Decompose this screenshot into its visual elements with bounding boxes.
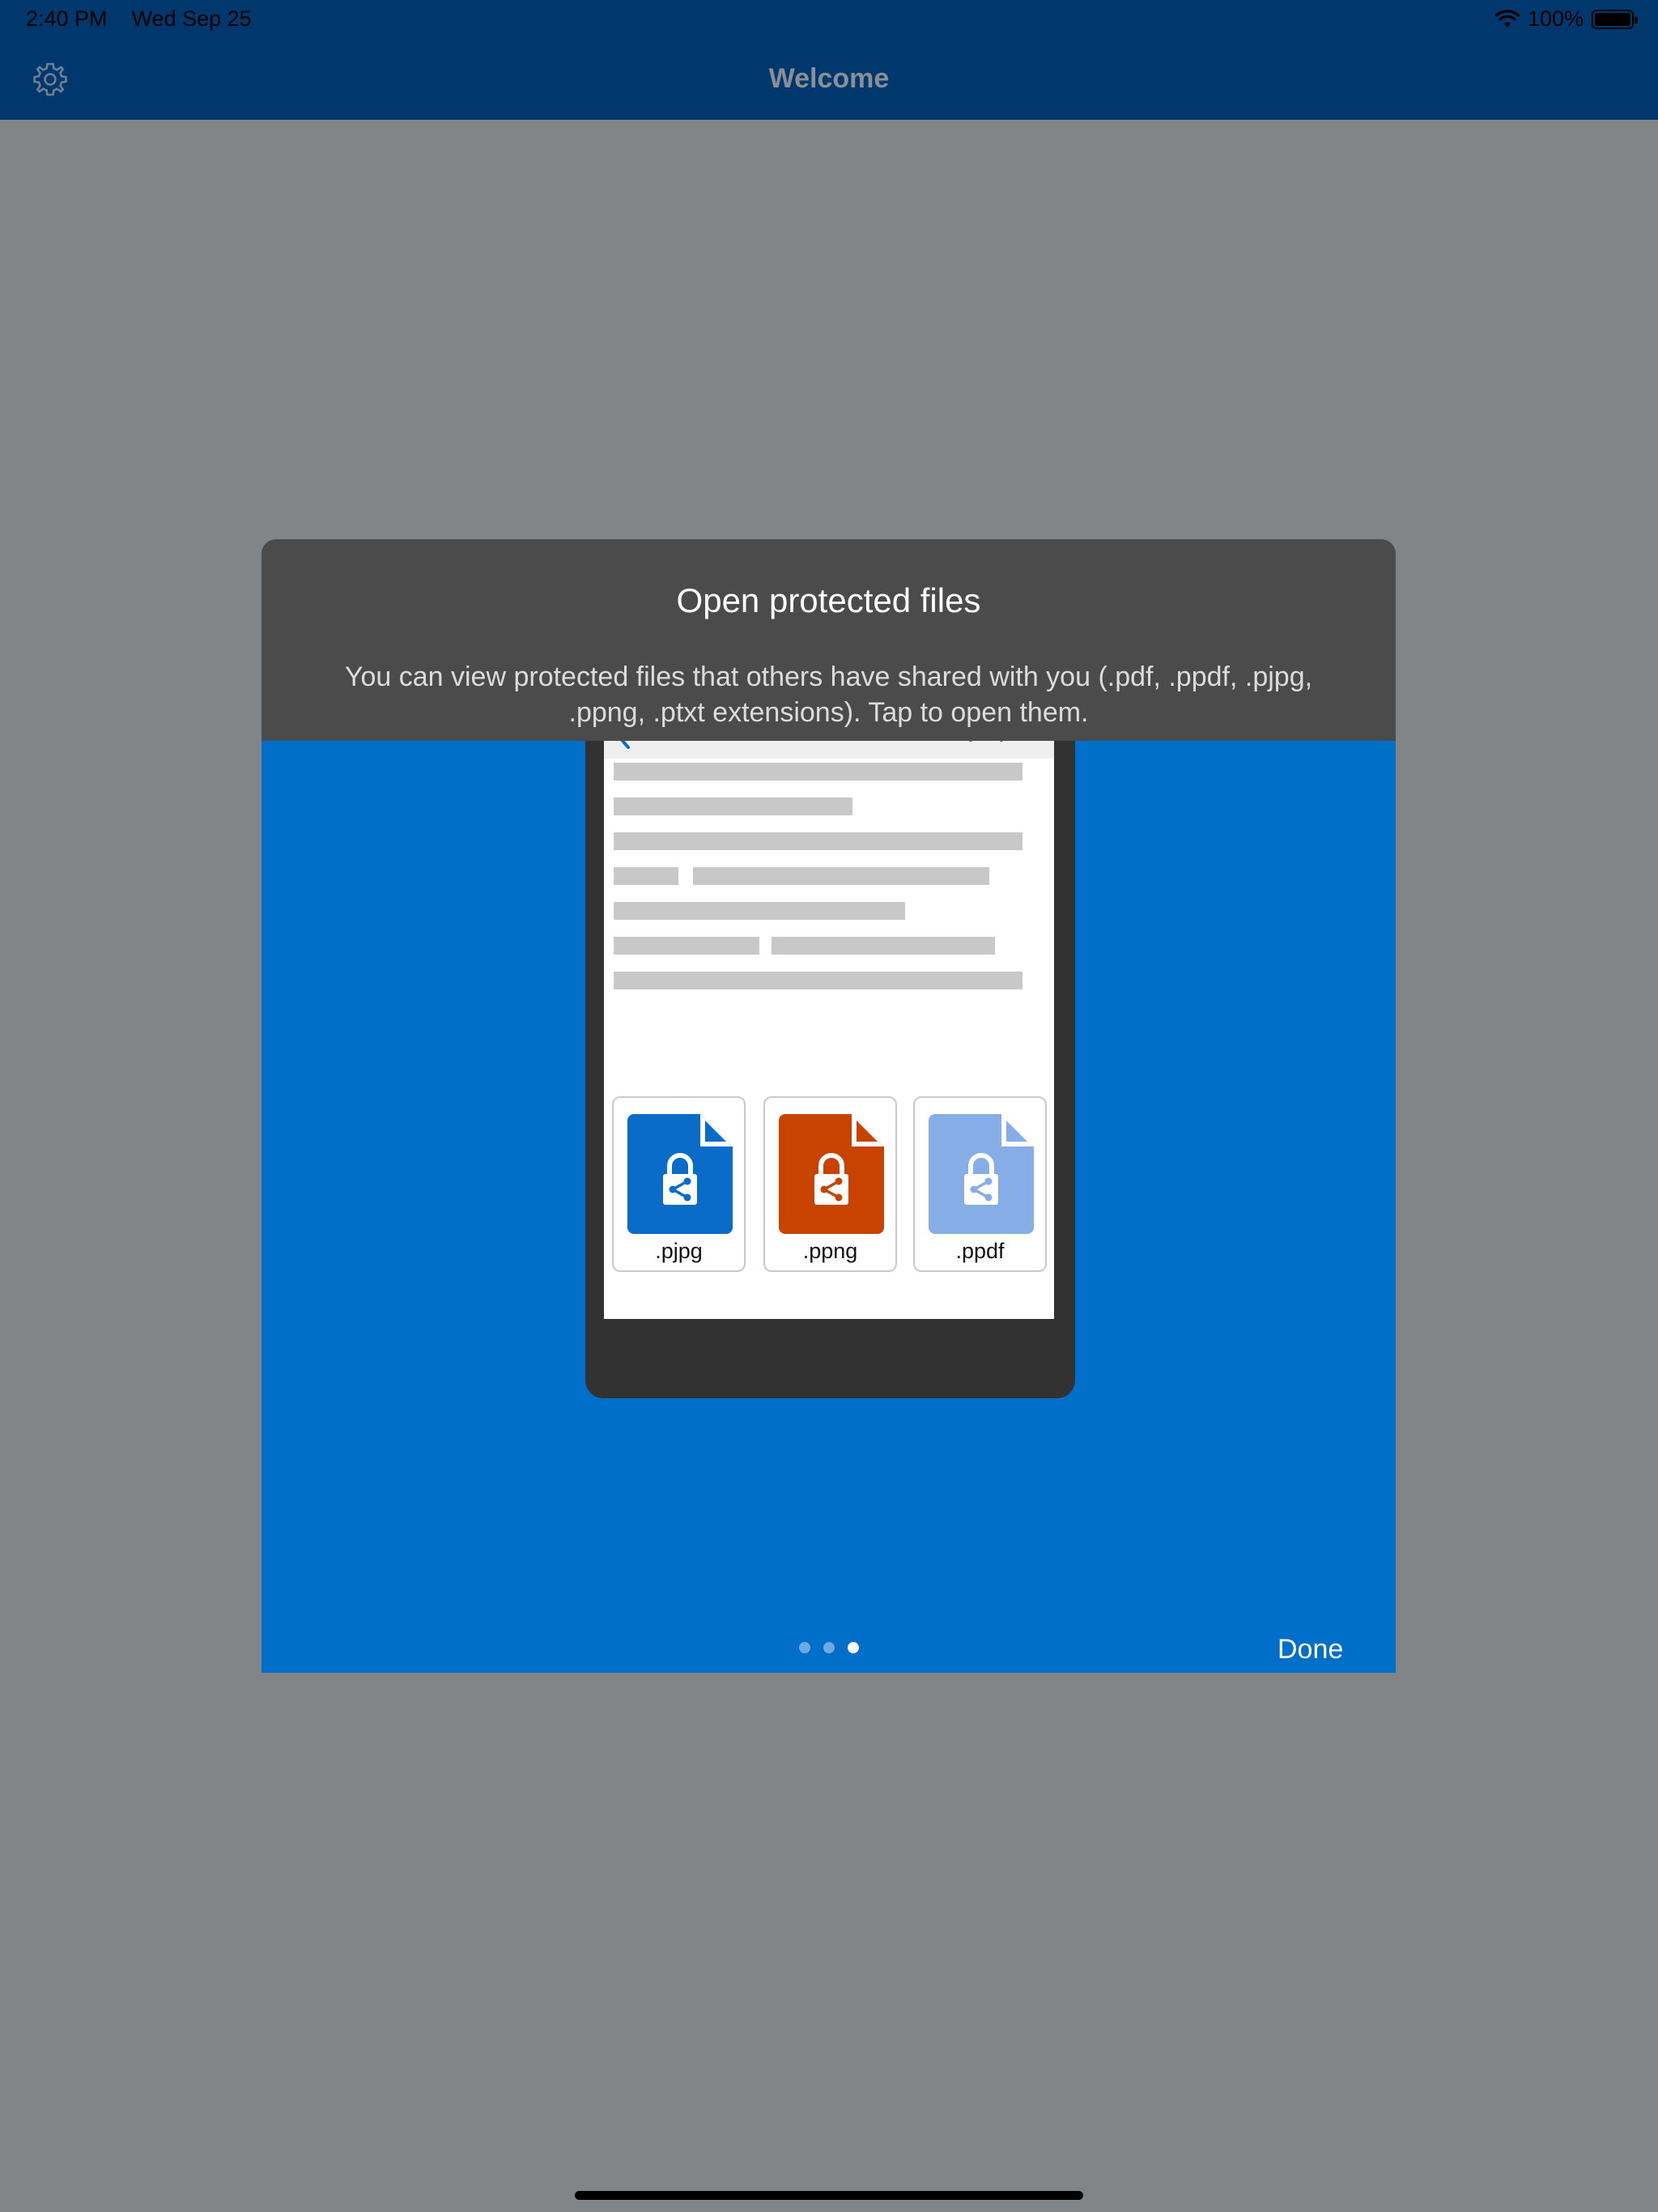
status-clock: 2:40 PM	[26, 6, 108, 31]
page-indicator[interactable]	[261, 1642, 1396, 1653]
status-time: 2:40 PM Wed Sep 25	[26, 6, 252, 32]
page-dot[interactable]	[798, 1642, 810, 1653]
battery-percent: 100%	[1527, 6, 1584, 31]
protected-file-icon	[779, 1114, 884, 1234]
file-extension-label: .ppdf	[955, 1239, 1005, 1263]
file-extension-label: .ppng	[802, 1239, 858, 1263]
placeholder-line	[614, 937, 759, 955]
modal-title: Open protected files	[676, 581, 981, 619]
page-dot[interactable]	[823, 1642, 835, 1653]
placeholder-line	[693, 867, 989, 885]
placeholder-line	[614, 832, 1022, 850]
placeholder-line	[614, 763, 1022, 781]
nav-bar: Welcome	[0, 39, 1658, 120]
status-date: Wed Sep 25	[131, 6, 252, 31]
placeholder-line	[772, 937, 995, 955]
placeholder-line	[614, 972, 1022, 989]
phone-illustration: .pjpg .ppng .ppdf	[585, 709, 1075, 1398]
placeholder-line	[614, 902, 905, 920]
wifi-icon	[1494, 9, 1520, 28]
file-card-ppdf[interactable]: .ppdf	[913, 1096, 1047, 1272]
protected-file-icon	[627, 1114, 733, 1234]
home-indicator[interactable]	[575, 2191, 1083, 2200]
protected-file-icon	[929, 1114, 1034, 1234]
status-indicators: 100%	[1494, 6, 1638, 32]
file-extension-label: .pjpg	[655, 1239, 703, 1263]
modal-description: You can view protected files that others…	[344, 661, 1313, 728]
page-title: Welcome	[768, 63, 890, 94]
status-bar: 2:40 PM Wed Sep 25 100%	[0, 0, 1658, 39]
placeholder-line	[614, 867, 678, 885]
page-dot-active[interactable]	[847, 1642, 859, 1653]
phone-screen: .pjpg .ppng .ppdf	[604, 709, 1054, 1319]
done-button[interactable]: Done	[1278, 1634, 1343, 1665]
onboarding-modal: .pjpg .ppng .ppdf Open protected files Y…	[261, 539, 1396, 1673]
placeholder-line	[614, 798, 852, 815]
battery-icon	[1592, 9, 1638, 29]
file-card-pjpg[interactable]: .pjpg	[612, 1096, 746, 1272]
modal-header: Open protected files You can view protec…	[261, 539, 1396, 741]
file-card-ppng[interactable]: .ppng	[763, 1096, 897, 1272]
